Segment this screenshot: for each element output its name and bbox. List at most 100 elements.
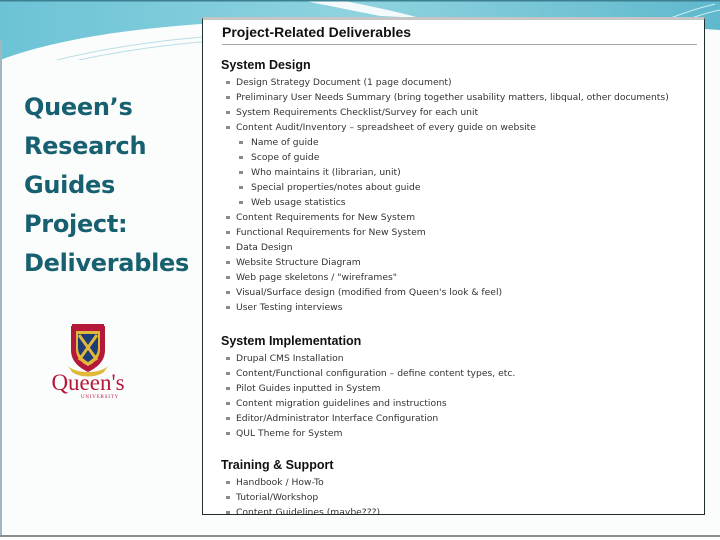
list-item-text: Web page skeletons / "wireframes" [236,272,397,283]
square-bullet-icon [226,481,230,484]
list-item-text: Website Structure Diagram [236,257,361,268]
section-system-design: System Design Design Strategy Document (1… [221,56,691,315]
title-line: Guides [24,171,115,199]
section-heading: Training & Support [221,458,334,472]
list-item: Drupal CMS Installation [221,351,691,366]
sub-list-item: Name of guide [221,135,691,150]
list-item: System Requirements Checklist/Survey for… [221,105,691,120]
list-item: Visual/Surface design (modified from Que… [221,285,691,300]
list-item-text: Scope of guide [251,152,320,163]
square-bullet-icon [226,357,230,360]
list-item-text: Special properties/notes about guide [251,182,421,193]
logo-subtext: UNIVERSITY [81,395,119,400]
list-item-text: Tutorial/Workshop [236,492,319,503]
square-bullet-icon [226,261,230,264]
list-item-text: Web usage statistics [251,197,346,208]
list-item-text: QUL Theme for System [236,428,343,439]
list-item: Pilot Guides inputted in System [221,381,691,396]
list-item-text: Content migration guidelines and instruc… [236,398,447,409]
sub-list-item: Web usage statistics [221,195,691,210]
list-item: Data Design [221,240,691,255]
list-item-text: Editor/Administrator Interface Configura… [236,413,439,424]
list-item: Preliminary User Needs Summary (bring to… [221,90,691,105]
deliverables-list: Design Strategy Document (1 page documen… [221,75,691,315]
list-item-text: User Testing interviews [236,302,343,313]
square-bullet-icon [226,387,230,390]
list-item-text: Content Guidelines (maybe???) [236,507,381,515]
slide-title: Queen’s Research Guides Project: Deliver… [24,88,199,283]
bottom-rule [0,535,720,537]
list-item: Content Guidelines (maybe???) [221,505,691,515]
list-item-text: Name of guide [251,137,319,148]
square-bullet-icon [239,141,243,144]
deliverables-screenshot-panel: Project-Related Deliverables System Desi… [202,17,705,515]
title-line: Project: [24,210,128,238]
list-item: Design Strategy Document (1 page documen… [221,75,691,90]
square-bullet-icon [239,171,243,174]
list-item-text: Handbook / How-To [236,477,324,488]
list-item: Tutorial/Workshop [221,490,691,505]
list-item-text: Data Design [236,242,293,253]
square-bullet-icon [226,511,230,514]
sub-list-item: Who maintains it (librarian, unit) [221,165,691,180]
list-item: Content/Functional configuration – defin… [221,366,691,381]
sub-list-item: Special properties/notes about guide [221,180,691,195]
square-bullet-icon [226,372,230,375]
list-item-text: Who maintains it (librarian, unit) [251,167,401,178]
square-bullet-icon [226,306,230,309]
list-item-text: Preliminary User Needs Summary (bring to… [236,92,669,103]
list-item: Handbook / How-To [221,475,691,490]
deliverables-list: Drupal CMS Installation Content/Functiona… [221,351,691,441]
list-item: Website Structure Diagram [221,255,691,270]
square-bullet-icon [226,96,230,99]
deliverables-list: Handbook / How-To Tutorial/Workshop Conten… [221,475,691,515]
title-line: Research [24,132,147,160]
list-item-text: System Requirements Checklist/Survey for… [236,107,479,118]
title-line: Deliverables [24,249,189,277]
section-heading: System Implementation [221,334,362,348]
crest-icon [68,324,108,377]
list-item-text: Visual/Surface design (modified from Que… [236,287,503,298]
square-bullet-icon [226,216,230,219]
list-item: Content Audit/Inventory – spreadsheet of… [221,120,691,135]
list-item-text: Content Audit/Inventory – spreadsheet of… [236,122,536,133]
panel-top-accent [298,17,373,20]
list-item-text: Design Strategy Document (1 page documen… [236,77,452,88]
list-item-text: Drupal CMS Installation [236,353,344,364]
list-item: Content migration guidelines and instruc… [221,396,691,411]
square-bullet-icon [239,156,243,159]
slide: Queen’s Research Guides Project: Deliver… [0,0,720,540]
left-edge-rule [0,40,2,535]
section-system-implementation: System Implementation Drupal CMS Installa… [221,332,691,441]
queens-university-logo: Queen's UNIVERSITY [51,324,125,400]
list-item-text: Functional Requirements for New System [236,227,426,238]
square-bullet-icon [239,201,243,204]
square-bullet-icon [226,126,230,129]
list-item-text: Content/Functional configuration – defin… [236,368,516,379]
list-item-text: Pilot Guides inputted in System [236,383,381,394]
title-line: Queen’s [24,93,133,121]
list-item: User Testing interviews [221,300,691,315]
square-bullet-icon [226,81,230,84]
list-item: Web page skeletons / "wireframes" [221,270,691,285]
square-bullet-icon [239,186,243,189]
logo-wordmark: Queen's [51,370,124,395]
square-bullet-icon [226,111,230,114]
square-bullet-icon [226,496,230,499]
square-bullet-icon [226,432,230,435]
square-bullet-icon [226,246,230,249]
list-item-text: Content Requirements for New System [236,212,416,223]
square-bullet-icon [226,276,230,279]
square-bullet-icon [226,231,230,234]
list-item: Editor/Administrator Interface Configura… [221,411,691,426]
square-bullet-icon [226,291,230,294]
square-bullet-icon [226,417,230,420]
list-item: Content Requirements for New System [221,210,691,225]
section-training-support: Training & Support Handbook / How-To Tutor… [221,456,691,515]
section-heading: System Design [221,58,311,72]
square-bullet-icon [226,402,230,405]
list-item: Functional Requirements for New System [221,225,691,240]
panel-title: Project-Related Deliverables [222,22,697,45]
sub-list-item: Scope of guide [221,150,691,165]
list-item: QUL Theme for System [221,426,691,441]
